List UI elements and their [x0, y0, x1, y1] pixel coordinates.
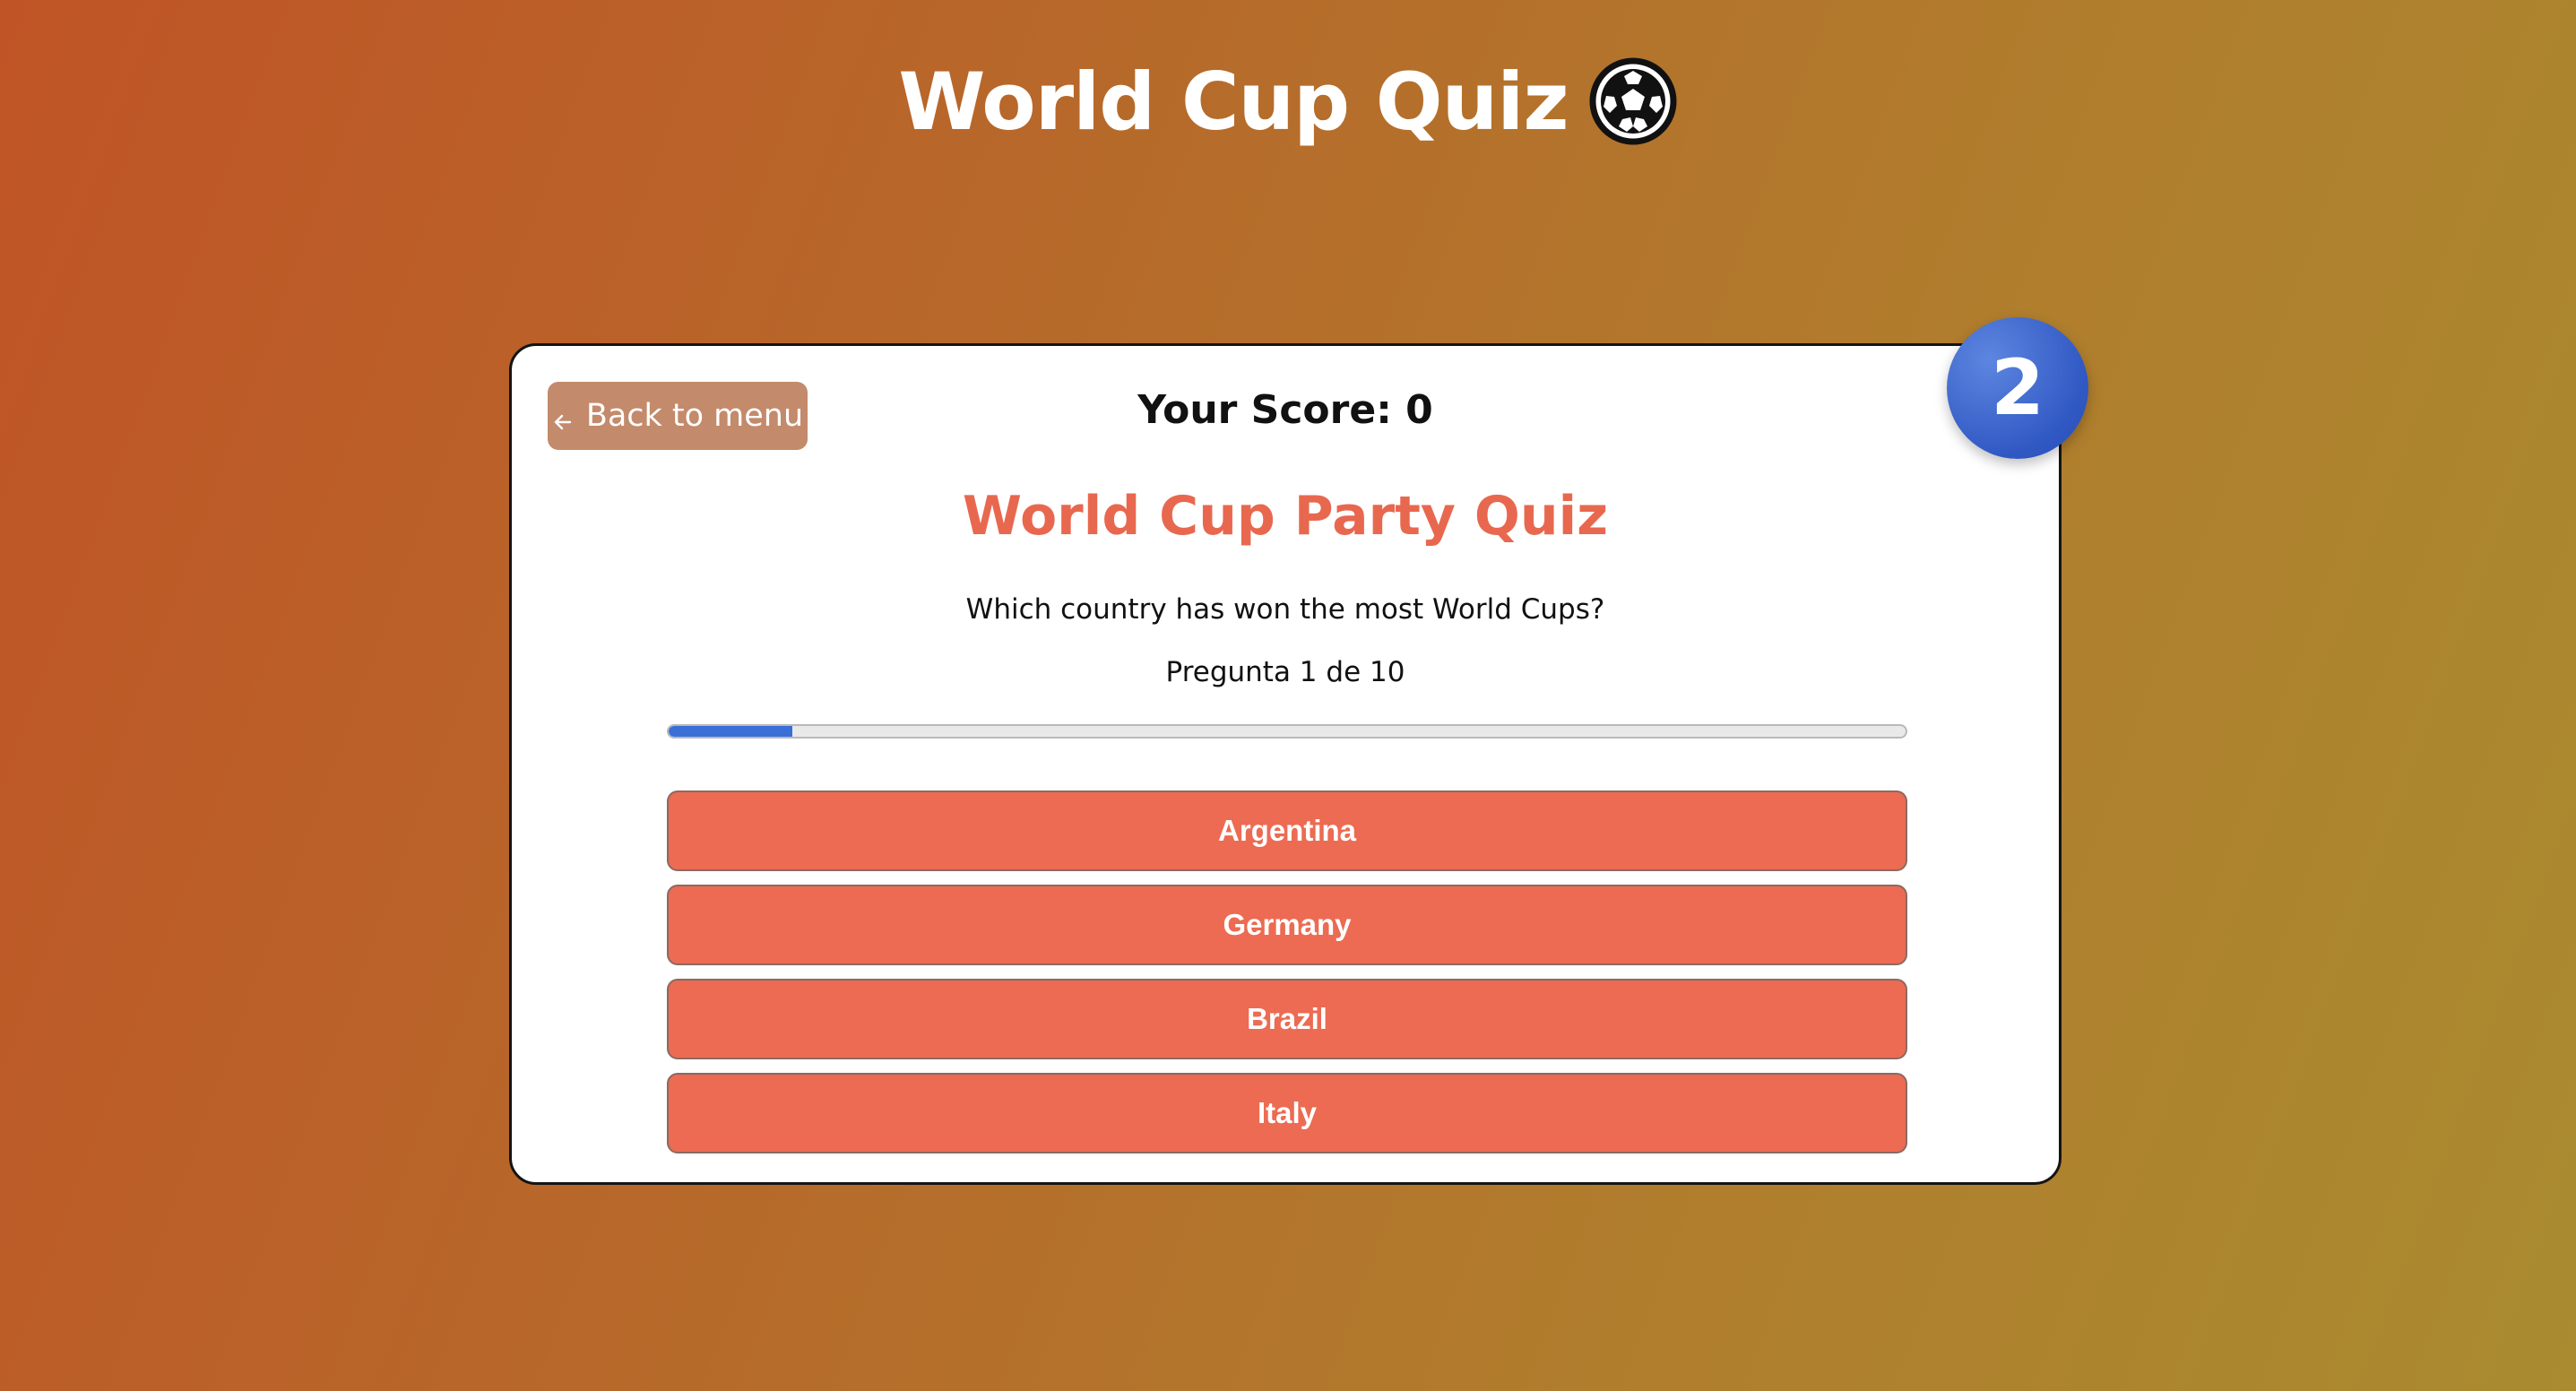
question-text: Which country has won the most World Cup…	[965, 593, 1605, 626]
answer-list: Argentina Germany Brazil Italy	[667, 791, 1907, 1167]
app-title: World Cup Quiz	[898, 55, 1569, 148]
score-display: Your Score: 0	[1137, 387, 1433, 433]
progress-bar-fill	[669, 726, 792, 737]
app-header: World Cup Quiz	[0, 52, 2576, 151]
answer-button-argentina[interactable]: Argentina	[667, 791, 1907, 871]
question-counter: Pregunta 1 de 10	[1165, 656, 1405, 688]
answer-button-brazil[interactable]: Brazil	[667, 979, 1907, 1059]
soccer-ball-icon	[1588, 56, 1678, 146]
quiz-title: World Cup Party Quiz	[962, 485, 1609, 548]
quiz-card: Back to menu Your Score: 0 World Cup Par…	[509, 343, 2062, 1185]
answer-button-italy[interactable]: Italy	[667, 1073, 1907, 1153]
progress-bar	[667, 724, 1907, 739]
step-badge: 2	[1947, 317, 2088, 459]
answer-button-germany[interactable]: Germany	[667, 885, 1907, 965]
